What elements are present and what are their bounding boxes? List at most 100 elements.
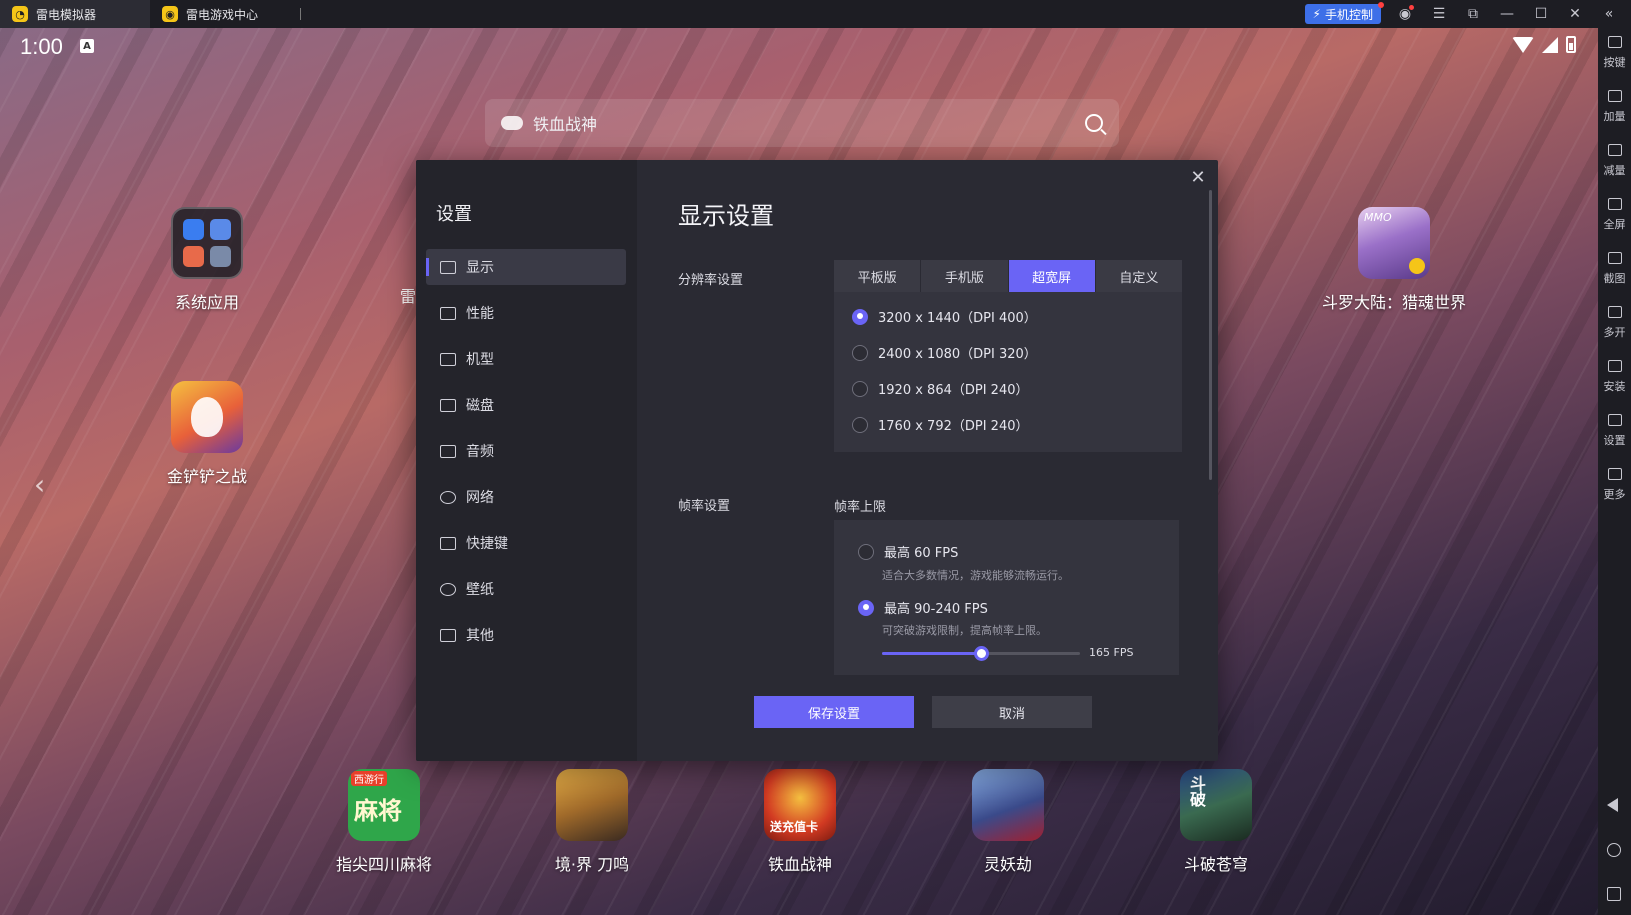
app-label: 系统应用 xyxy=(174,293,239,312)
chevron-left-icon[interactable]: ‹ xyxy=(34,468,45,501)
resolution-option[interactable]: 2400 x 1080（DPI 320） xyxy=(852,343,1037,362)
nav-shortcuts[interactable]: 快捷键 xyxy=(426,525,626,561)
settings-title: 设置 xyxy=(436,204,472,225)
status-clock: 1:00 xyxy=(20,34,63,59)
radio[interactable] xyxy=(852,344,868,361)
app-system[interactable]: 系统应用 xyxy=(127,207,287,313)
title-bar: ◔ 雷电模拟器 ◉ 雷电游戏中心 ⚡ 手机控制 ◉ ☰ ⧉ — ☐ ✕ « xyxy=(0,0,1631,28)
app-label: 金铲铲之战 xyxy=(166,467,247,486)
app-tiexue[interactable]: 送充值卡 铁血战神 xyxy=(720,769,880,875)
nav-display[interactable]: 显示 xyxy=(426,249,626,285)
multi-instance-button[interactable]: 多开 xyxy=(1598,306,1631,340)
resolution-option[interactable]: 1760 x 792（DPI 240） xyxy=(852,415,1028,434)
disk-icon xyxy=(440,398,456,412)
minimize-icon[interactable]: — xyxy=(1497,6,1517,22)
penguin-mascot-icon xyxy=(191,397,223,437)
more-button[interactable]: 更多 xyxy=(1598,468,1631,502)
tab-label: 雷电模拟器 xyxy=(36,7,97,22)
screenshot-button[interactable]: 截图 xyxy=(1598,252,1631,286)
nav-performance[interactable]: 性能 xyxy=(426,295,626,331)
performance-icon xyxy=(440,306,456,320)
radio[interactable] xyxy=(852,416,868,433)
fps-option-desc: 可突破游戏限制，提高帧率上限。 xyxy=(882,624,1047,637)
fullscreen-button[interactable]: 全屏 xyxy=(1598,198,1631,232)
globe-icon xyxy=(440,490,456,504)
keyboard-indicator-icon: A xyxy=(80,39,94,53)
back-icon[interactable] xyxy=(1607,798,1618,812)
maximize-icon[interactable]: ☐ xyxy=(1531,6,1551,22)
search-text: 铁血战神 xyxy=(533,115,598,134)
app-douluo[interactable]: MMO 斗罗大陆：猎魂世界 xyxy=(1304,207,1484,313)
resolution-label: 分辨率设置 xyxy=(678,273,744,288)
fps-option-desc: 适合大多数情况，游戏能够流畅运行。 xyxy=(882,569,1069,582)
external-window-icon[interactable]: ⧉ xyxy=(1463,6,1483,22)
tab-divider xyxy=(300,8,302,20)
cancel-button[interactable]: 取消 xyxy=(932,696,1092,728)
app-doupo[interactable]: 斗破 斗破苍穹 xyxy=(1136,769,1296,875)
volume-up-button[interactable]: 加量 xyxy=(1598,90,1631,124)
fps-option[interactable]: 最高 60 FPS xyxy=(858,542,958,561)
folder-icon xyxy=(171,207,243,279)
radio[interactable] xyxy=(858,543,874,560)
monitor-icon xyxy=(440,260,456,274)
nav-disk[interactable]: 磁盘 xyxy=(426,387,626,423)
fps-label: 帧率设置 xyxy=(678,499,731,514)
nav-wallpaper[interactable]: 壁纸 xyxy=(426,571,626,607)
tab-game-center[interactable]: ◉ 雷电游戏中心 xyxy=(150,0,313,28)
tab-tablet[interactable]: 平板版 xyxy=(834,260,922,292)
keymap-button[interactable]: 按键 xyxy=(1598,36,1631,70)
fps-slider-thumb[interactable] xyxy=(974,646,989,661)
app-icon-text: 麻将 xyxy=(354,797,402,825)
close-icon[interactable]: ✕ xyxy=(1186,166,1210,190)
nav-network[interactable]: 网络 xyxy=(426,479,626,515)
notification-dot xyxy=(1409,5,1414,10)
search-icon[interactable] xyxy=(1085,114,1103,132)
install-apk-button[interactable]: 安装 xyxy=(1598,360,1631,394)
nav-model[interactable]: 机型 xyxy=(426,341,626,377)
radio-selected[interactable] xyxy=(858,599,874,616)
fps-option[interactable]: 最高 90-240 FPS xyxy=(858,598,988,617)
ldplayer-logo-icon: ◔ xyxy=(12,6,28,22)
radio[interactable] xyxy=(852,380,868,397)
tab-ldplayer[interactable]: ◔ 雷电模拟器 xyxy=(0,0,150,28)
app-bleach[interactable]: 境·界 刀鸣 xyxy=(512,769,672,875)
multi-instance-icon xyxy=(1607,306,1622,318)
resolution-option[interactable]: 1920 x 864（DPI 240） xyxy=(852,379,1028,398)
game-center-logo-icon: ◉ xyxy=(162,6,178,22)
keyboard-icon xyxy=(1607,36,1622,48)
menu-icon[interactable]: ☰ xyxy=(1429,6,1449,22)
folder-icon xyxy=(440,352,456,366)
phone-control-button[interactable]: ⚡ 手机控制 xyxy=(1304,2,1384,24)
fps-slider-value: 165 FPS xyxy=(1089,646,1134,659)
app-mahjong[interactable]: 西游行 麻将 指尖四川麻将 xyxy=(304,769,464,875)
save-button[interactable]: 保存设置 xyxy=(754,696,914,728)
tab-phone[interactable]: 手机版 xyxy=(921,260,1009,292)
app-lingyao[interactable]: 灵妖劫 xyxy=(928,769,1088,875)
tab-custom[interactable]: 自定义 xyxy=(1096,260,1182,292)
nav-other[interactable]: 其他 xyxy=(426,617,626,653)
fps-slider[interactable] xyxy=(882,646,1080,661)
search-bar[interactable]: 铁血战神 xyxy=(485,99,1119,147)
app-banner: 西游行 xyxy=(351,771,387,786)
status-icons xyxy=(1512,36,1576,53)
grid-icon xyxy=(440,628,456,642)
resolution-option[interactable]: 3200 x 1440（DPI 400） xyxy=(852,307,1037,326)
mmo-tag: MMO xyxy=(1364,211,1392,224)
recents-icon[interactable] xyxy=(1607,887,1621,901)
tab-ultrawide[interactable]: 超宽屏 xyxy=(1008,260,1096,292)
home-icon[interactable] xyxy=(1607,843,1621,857)
app-label: 斗罗大陆：猎魂世界 xyxy=(1321,293,1466,312)
app-jinchanchan[interactable]: 金铲铲之战 xyxy=(127,381,287,487)
close-window-icon[interactable]: ✕ xyxy=(1565,6,1585,22)
scrollbar[interactable] xyxy=(1209,190,1212,480)
bleach-icon xyxy=(556,769,628,841)
collapse-sidebar-icon[interactable]: « xyxy=(1599,6,1619,22)
resolution-tabs: 平板版 手机版 超宽屏 自定义 xyxy=(834,260,1182,292)
radio-selected[interactable] xyxy=(852,308,868,325)
volume-down-button[interactable]: 减量 xyxy=(1598,144,1631,178)
account-icon[interactable]: ◉ xyxy=(1395,5,1415,22)
app-label: 斗破苍穹 xyxy=(1183,855,1248,874)
settings-dialog: 设置 显示 性能 机型 磁盘 音频 网络 快捷键 壁纸 其他 ✕ 显示设置 分辨… xyxy=(416,160,1218,761)
settings-button[interactable]: 设置 xyxy=(1598,414,1631,448)
nav-audio[interactable]: 音频 xyxy=(426,433,626,469)
